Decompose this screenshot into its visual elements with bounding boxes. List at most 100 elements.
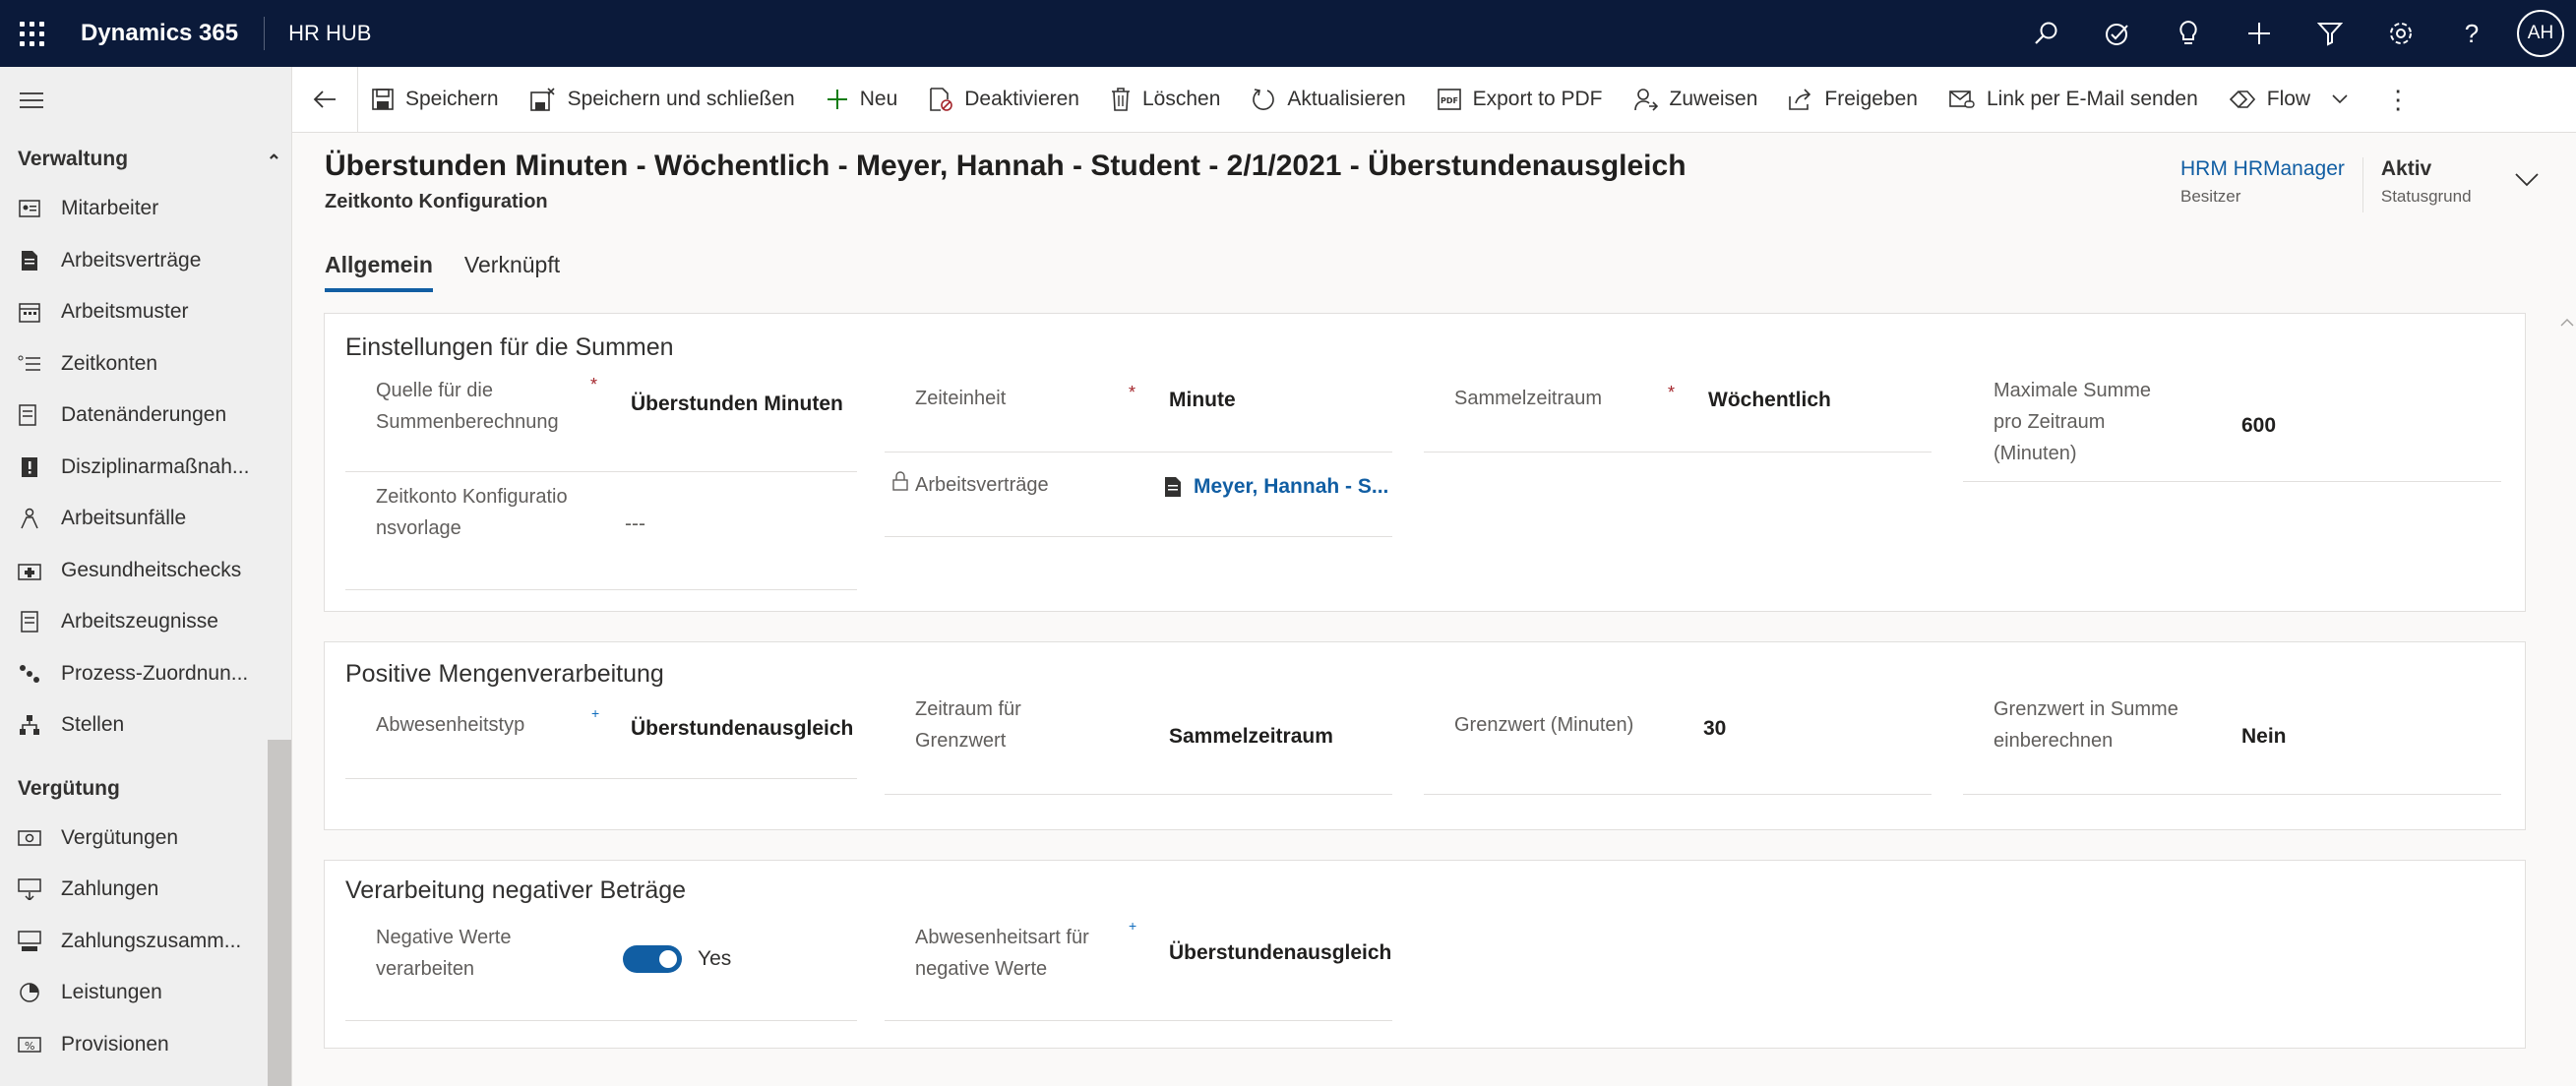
field-abwesenheitsart-negativ: Abwesenheitsart für negative Werte + Übe…	[885, 918, 1392, 1021]
section-title: Verarbeitung negativer Beträge	[345, 876, 687, 904]
sidebar-item-verguetungen[interactable]: Vergütungen	[0, 813, 291, 865]
sidebar-item-arbeitsunfaelle[interactable]: Arbeitsunfälle	[0, 493, 291, 545]
filter-icon[interactable]	[2295, 0, 2365, 67]
field-value[interactable]: Wöchentlich	[1708, 389, 1831, 412]
hamburger-icon[interactable]	[0, 67, 291, 134]
sidebar-item-arbeitsmuster[interactable]: Arbeitsmuster	[0, 286, 291, 338]
field-value[interactable]: 600	[2241, 414, 2276, 438]
status-field: Aktiv Statusgrund	[2381, 157, 2489, 212]
section-positive-mengenverarbeitung: Positive Mengenverarbeitung Abwesenheits…	[324, 641, 2526, 830]
command-bar: Speichern Speichern und schließen Neu De…	[292, 67, 2576, 133]
lock-icon	[892, 471, 908, 496]
field-zeitraum-grenzwert: Zeitraum für Grenzwert Sammelzeitraum	[885, 698, 1392, 795]
sidebar-item-stellen[interactable]: Stellen	[0, 699, 291, 752]
money-icon	[18, 826, 41, 850]
record-entity-name: Zeitkonto Konfiguration	[325, 191, 548, 212]
back-arrow-icon[interactable]	[292, 67, 358, 132]
certificate-icon	[18, 610, 41, 634]
more-commands-icon[interactable]: ⋮	[2365, 67, 2430, 132]
field-label: Grenzwert (Minuten)	[1454, 714, 1634, 736]
assign-button[interactable]: Zuweisen	[1621, 67, 1776, 132]
field-quelle: Quelle für die Summenberechnung * Überst…	[345, 375, 857, 472]
sidebar-item-datenaenderungen[interactable]: Datenänderungen	[0, 390, 291, 442]
medical-icon	[18, 559, 41, 582]
deactivate-button[interactable]: Deaktivieren	[915, 67, 1097, 132]
tab-allgemein[interactable]: Allgemein	[325, 252, 433, 292]
sidebar-item-zahlungszusammenfassung[interactable]: Zahlungszusamm...	[0, 916, 291, 968]
app-name[interactable]: Dynamics 365	[63, 17, 266, 50]
required-indicator: *	[590, 375, 598, 394]
field-value[interactable]: Überstunden Minuten	[631, 392, 843, 416]
share-button[interactable]: Freigeben	[1775, 67, 1935, 132]
pdf-icon: PDF	[1437, 89, 1461, 110]
tab-verknuepft[interactable]: Verknüpft	[464, 252, 560, 292]
sidebar-item-prozess-zuordnungen[interactable]: Prozess-Zuordnun...	[0, 648, 291, 700]
field-value[interactable]: ---	[625, 513, 645, 536]
refresh-button[interactable]: Aktualisieren	[1238, 67, 1423, 132]
help-icon[interactable]: ?	[2436, 0, 2507, 67]
settings-icon[interactable]	[2365, 0, 2436, 67]
task-icon[interactable]	[2082, 0, 2153, 67]
required-indicator: *	[1129, 383, 1136, 402]
chevron-down-icon[interactable]	[2515, 173, 2539, 192]
section-title: Positive Mengenverarbeitung	[345, 660, 664, 688]
sidebar-item-provisionen[interactable]: % Provisionen	[0, 1019, 291, 1071]
payment-summary-icon	[18, 930, 41, 953]
delete-button[interactable]: Löschen	[1097, 67, 1238, 132]
field-label: Zeitkonto Konfigurationsvorlage	[376, 486, 568, 539]
sidebar-group-verguetung[interactable]: Vergütung	[0, 752, 291, 813]
negative-werte-toggle[interactable]	[623, 945, 682, 973]
app-area[interactable]: HR HUB	[265, 21, 371, 46]
record-title: Überstunden Minuten - Wöchentlich - Meye…	[325, 150, 1687, 182]
refresh-icon	[1252, 88, 1275, 111]
field-value[interactable]: Nein	[2241, 725, 2287, 749]
save-button[interactable]: Speichern	[358, 67, 517, 132]
field-value[interactable]: Überstundenausgleich	[1169, 941, 1391, 965]
field-value[interactable]: 30	[1703, 717, 1726, 741]
field-value[interactable]: Minute	[1169, 389, 1236, 412]
field-label: Arbeitsverträge	[915, 474, 1049, 496]
chevron-up-icon[interactable]: ⌃	[267, 151, 281, 172]
sidebar-item-arbeitsvertraege[interactable]: Arbeitsverträge	[0, 235, 291, 287]
export-pdf-button[interactable]: PDF Export to PDF	[1424, 67, 1621, 132]
flow-button[interactable]: Flow	[2216, 67, 2365, 132]
field-label: Quelle für die Summenberechnung	[376, 380, 559, 433]
org-chart-icon	[18, 713, 41, 737]
field-value[interactable]: Überstundenausgleich	[631, 717, 853, 741]
field-value[interactable]: Sammelzeitraum	[1169, 725, 1333, 749]
plus-icon	[827, 89, 848, 110]
sidebar-item-leistungen[interactable]: Leistungen	[0, 967, 291, 1019]
new-button[interactable]: Neu	[813, 67, 916, 132]
sidebar-scrollbar[interactable]	[268, 740, 291, 1086]
sidebar-item-mitarbeiter[interactable]: Mitarbeiter	[0, 183, 291, 235]
sidebar-item-zahlungen[interactable]: Zahlungen	[0, 864, 291, 916]
top-bar: Dynamics 365 HR HUB ? AH	[0, 0, 2576, 67]
toggle-value: Yes	[698, 947, 732, 970]
app-launcher-icon[interactable]	[0, 0, 63, 67]
main-scrollbar[interactable]	[2558, 315, 2576, 1086]
recommended-indicator: +	[591, 705, 600, 721]
user-avatar[interactable]: AH	[2517, 10, 2564, 57]
field-konfigurationsvorlage: Zeitkonto Konfigurationsvorlage ---	[345, 481, 857, 590]
sidebar-group-verwaltung[interactable]: Verwaltung ⌃	[0, 134, 291, 183]
field-label: Zeiteinheit	[915, 388, 1007, 409]
search-icon[interactable]	[2011, 0, 2082, 67]
sidebar-item-zeitkonten[interactable]: Zeitkonten	[0, 338, 291, 391]
chevron-down-icon[interactable]	[2332, 94, 2348, 104]
plus-icon[interactable]	[2224, 0, 2295, 67]
field-label: Sammelzeitraum	[1454, 388, 1603, 409]
tab-list: Allgemein Verknüpft	[325, 252, 591, 292]
email-link-button[interactable]: Link per E-Mail senden	[1935, 67, 2216, 132]
owner-link[interactable]: HRM HRManager	[2180, 157, 2345, 181]
lightbulb-icon[interactable]	[2153, 0, 2224, 67]
people-flow-icon	[18, 662, 41, 686]
sidebar-item-disziplinarmassnahmen[interactable]: Disziplinarmaßnah...	[0, 442, 291, 494]
sidebar: Verwaltung ⌃ Mitarbeiter Arbeitsverträge…	[0, 67, 292, 1086]
sidebar-item-gesundheitschecks[interactable]: Gesundheitschecks	[0, 545, 291, 597]
field-maximale-summe: Maximale Summe pro Zeitraum (Minuten) 60…	[1963, 375, 2501, 482]
field-label: Abwesenheitsart für negative Werte	[915, 927, 1089, 980]
arbeitsvertrag-link[interactable]: Meyer, Hannah - S...	[1164, 475, 1388, 499]
save-and-close-button[interactable]: Speichern und schließen	[517, 67, 813, 132]
section-title: Einstellungen für die Summen	[345, 333, 674, 361]
sidebar-item-arbeitszeugnisse[interactable]: Arbeitszeugnisse	[0, 596, 291, 648]
